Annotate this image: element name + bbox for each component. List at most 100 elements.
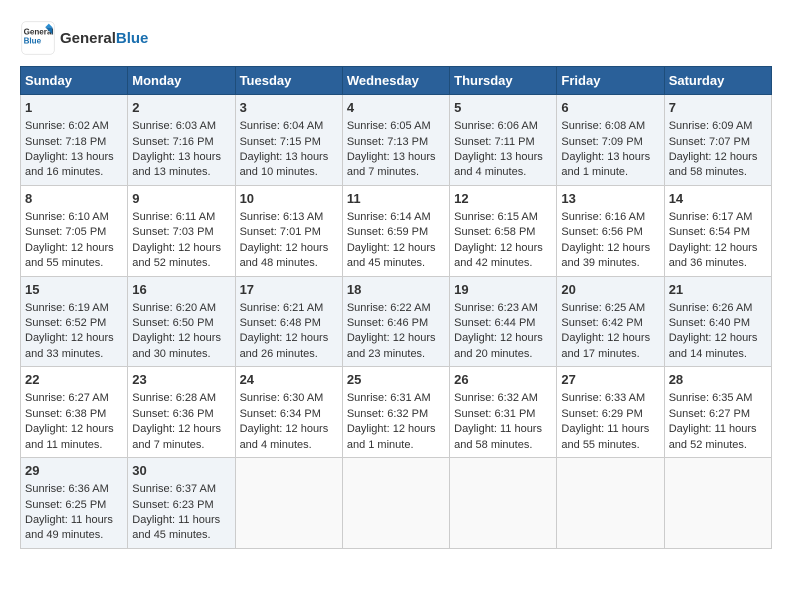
week-row-4: 22Sunrise: 6:27 AMSunset: 6:38 PMDayligh… (21, 367, 772, 458)
day-info-line: and 17 minutes. (561, 347, 659, 362)
day-info-line: and 58 minutes. (454, 438, 552, 453)
day-number: 15 (25, 281, 123, 299)
calendar-cell: 15Sunrise: 6:19 AMSunset: 6:52 PMDayligh… (21, 276, 128, 367)
day-info-line: and 1 minute. (347, 438, 445, 453)
calendar-cell (235, 458, 342, 549)
column-header-thursday: Thursday (450, 67, 557, 95)
day-info-line: Sunset: 6:50 PM (132, 316, 230, 331)
calendar-cell: 7Sunrise: 6:09 AMSunset: 7:07 PMDaylight… (664, 95, 771, 186)
calendar-table: SundayMondayTuesdayWednesdayThursdayFrid… (20, 66, 772, 549)
day-info-line: Sunrise: 6:09 AM (669, 119, 767, 134)
day-info-line: Daylight: 12 hours (347, 422, 445, 437)
day-info-line: Sunrise: 6:02 AM (25, 119, 123, 134)
day-number: 17 (240, 281, 338, 299)
calendar-cell: 30Sunrise: 6:37 AMSunset: 6:23 PMDayligh… (128, 458, 235, 549)
day-info-line: and 52 minutes. (669, 438, 767, 453)
calendar-cell: 5Sunrise: 6:06 AMSunset: 7:11 PMDaylight… (450, 95, 557, 186)
day-info-line: Sunset: 6:54 PM (669, 225, 767, 240)
day-number: 29 (25, 462, 123, 480)
day-info-line: Sunrise: 6:30 AM (240, 391, 338, 406)
day-info-line: and 23 minutes. (347, 347, 445, 362)
day-info-line: Sunrise: 6:27 AM (25, 391, 123, 406)
day-info-line: Daylight: 12 hours (25, 422, 123, 437)
page-header: General Blue GeneralBlue (20, 20, 772, 56)
day-number: 4 (347, 99, 445, 117)
day-info-line: and 33 minutes. (25, 347, 123, 362)
logo: General Blue GeneralBlue (20, 20, 148, 56)
day-number: 2 (132, 99, 230, 117)
week-row-2: 8Sunrise: 6:10 AMSunset: 7:05 PMDaylight… (21, 185, 772, 276)
day-info-line: Daylight: 12 hours (347, 331, 445, 346)
day-info-line: Sunrise: 6:33 AM (561, 391, 659, 406)
day-number: 23 (132, 371, 230, 389)
day-number: 14 (669, 190, 767, 208)
calendar-cell: 22Sunrise: 6:27 AMSunset: 6:38 PMDayligh… (21, 367, 128, 458)
calendar-cell: 13Sunrise: 6:16 AMSunset: 6:56 PMDayligh… (557, 185, 664, 276)
calendar-cell: 10Sunrise: 6:13 AMSunset: 7:01 PMDayligh… (235, 185, 342, 276)
day-number: 3 (240, 99, 338, 117)
day-number: 10 (240, 190, 338, 208)
day-info-line: Daylight: 13 hours (561, 150, 659, 165)
day-info-line: and 11 minutes. (25, 438, 123, 453)
calendar-cell: 29Sunrise: 6:36 AMSunset: 6:25 PMDayligh… (21, 458, 128, 549)
day-info-line: Sunrise: 6:20 AM (132, 301, 230, 316)
day-info-line: Sunset: 7:13 PM (347, 135, 445, 150)
calendar-cell (557, 458, 664, 549)
calendar-cell: 1Sunrise: 6:02 AMSunset: 7:18 PMDaylight… (21, 95, 128, 186)
day-info-line: Daylight: 12 hours (561, 241, 659, 256)
column-header-sunday: Sunday (21, 67, 128, 95)
day-number: 20 (561, 281, 659, 299)
day-info-line: Sunrise: 6:35 AM (669, 391, 767, 406)
day-info-line: and 49 minutes. (25, 528, 123, 543)
calendar-cell (342, 458, 449, 549)
day-info-line: Sunrise: 6:04 AM (240, 119, 338, 134)
day-number: 24 (240, 371, 338, 389)
day-number: 1 (25, 99, 123, 117)
day-info-line: Daylight: 11 hours (454, 422, 552, 437)
day-info-line: Daylight: 12 hours (347, 241, 445, 256)
day-number: 27 (561, 371, 659, 389)
column-header-wednesday: Wednesday (342, 67, 449, 95)
calendar-cell: 18Sunrise: 6:22 AMSunset: 6:46 PMDayligh… (342, 276, 449, 367)
day-info-line: Sunset: 6:25 PM (25, 498, 123, 513)
day-info-line: Sunset: 6:42 PM (561, 316, 659, 331)
day-info-line: Daylight: 12 hours (561, 331, 659, 346)
day-info-line: and 7 minutes. (132, 438, 230, 453)
calendar-cell: 24Sunrise: 6:30 AMSunset: 6:34 PMDayligh… (235, 367, 342, 458)
day-number: 11 (347, 190, 445, 208)
day-number: 5 (454, 99, 552, 117)
day-info-line: Sunrise: 6:32 AM (454, 391, 552, 406)
day-info-line: Sunrise: 6:25 AM (561, 301, 659, 316)
calendar-cell: 28Sunrise: 6:35 AMSunset: 6:27 PMDayligh… (664, 367, 771, 458)
day-info-line: and 39 minutes. (561, 256, 659, 271)
day-info-line: Daylight: 12 hours (25, 241, 123, 256)
calendar-cell: 20 Sunrise: 6:25 AMSunset: 6:42 PMDayligh… (557, 276, 664, 367)
day-info-line: and 16 minutes. (25, 165, 123, 180)
day-info-line: Sunset: 6:23 PM (132, 498, 230, 513)
day-info-line: Sunrise: 6:17 AM (669, 210, 767, 225)
day-info-line: Sunrise: 6:37 AM (132, 482, 230, 497)
day-info-line: Daylight: 13 hours (25, 150, 123, 165)
day-info-line: Sunrise: 6:19 AM (25, 301, 123, 316)
calendar-cell: 12Sunrise: 6:15 AMSunset: 6:58 PMDayligh… (450, 185, 557, 276)
day-info-line: Sunset: 7:07 PM (669, 135, 767, 150)
day-info-line: Daylight: 12 hours (132, 331, 230, 346)
day-info-line: Sunset: 6:48 PM (240, 316, 338, 331)
day-number: 8 (25, 190, 123, 208)
column-header-friday: Friday (557, 67, 664, 95)
day-info-line: Daylight: 12 hours (240, 241, 338, 256)
day-info-line: and 26 minutes. (240, 347, 338, 362)
day-info-line: and 36 minutes. (669, 256, 767, 271)
day-number: 19 (454, 281, 552, 299)
calendar-cell: 8Sunrise: 6:10 AMSunset: 7:05 PMDaylight… (21, 185, 128, 276)
day-info-line: Sunrise: 6:06 AM (454, 119, 552, 134)
day-info-line: and 4 minutes. (454, 165, 552, 180)
day-info-line: Daylight: 12 hours (669, 331, 767, 346)
day-info-line: Sunrise: 6:14 AM (347, 210, 445, 225)
day-info-line: and 20 minutes. (454, 347, 552, 362)
day-info-line: Daylight: 13 hours (240, 150, 338, 165)
week-row-1: 1Sunrise: 6:02 AMSunset: 7:18 PMDaylight… (21, 95, 772, 186)
day-info-line: and 55 minutes. (561, 438, 659, 453)
day-number: 26 (454, 371, 552, 389)
day-info-line: Sunset: 6:46 PM (347, 316, 445, 331)
